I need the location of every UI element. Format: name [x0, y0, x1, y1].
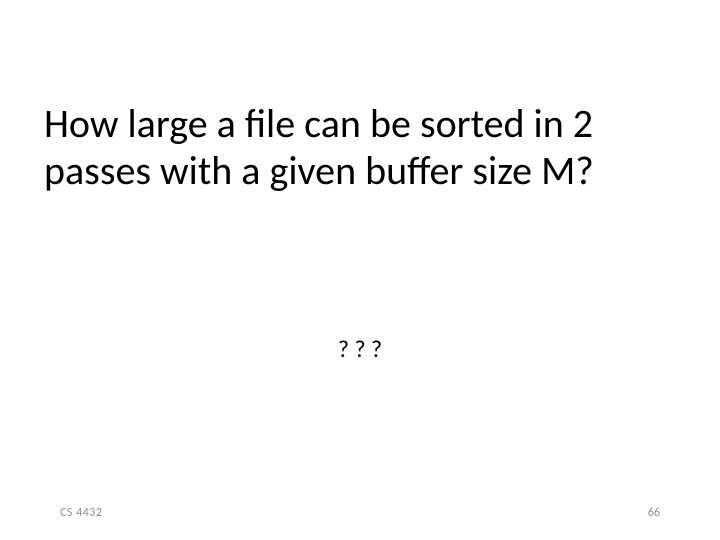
- footer-course-code: CS 4432: [60, 506, 102, 520]
- slide-body-text: ? ? ?: [0, 335, 720, 364]
- footer-page-number: 66: [648, 506, 660, 520]
- slide-title: How large a file can be sorted in 2 pass…: [44, 100, 700, 194]
- slide: How large a file can be sorted in 2 pass…: [0, 0, 720, 540]
